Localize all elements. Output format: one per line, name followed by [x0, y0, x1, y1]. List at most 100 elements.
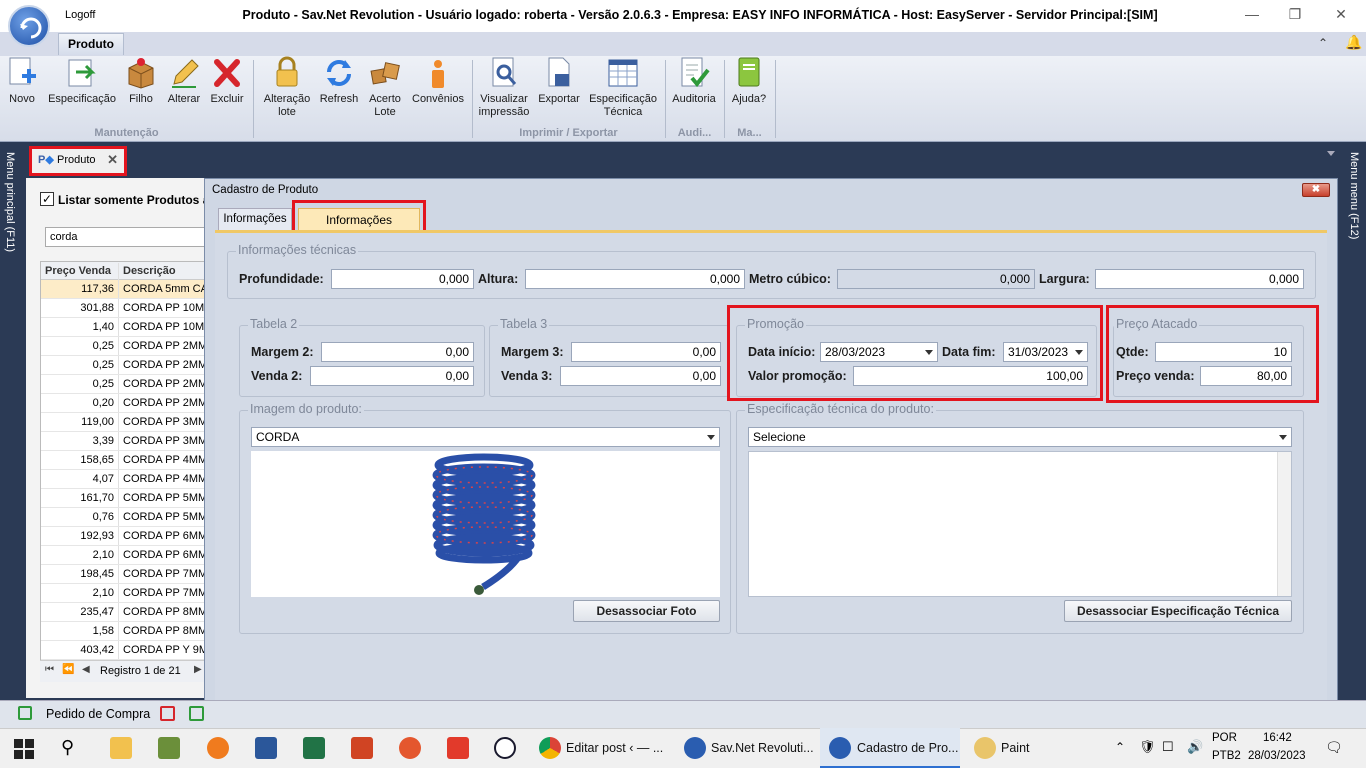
close-tab-icon[interactable]: ✕ — [107, 152, 118, 168]
audit-button[interactable]: Auditoria — [670, 56, 718, 106]
app-icon[interactable] — [399, 737, 421, 759]
batch-edit-button[interactable]: Alteração lote — [260, 56, 314, 119]
promo-value-field[interactable]: 100,00 — [853, 366, 1088, 386]
sale2-field[interactable]: 0,00 — [310, 366, 474, 386]
taskbar-app-cadastro[interactable]: Cadastro de Pro... — [857, 728, 958, 768]
specification-button[interactable]: Especificação — [47, 56, 117, 106]
table-row[interactable]: 1,40 CORDA PP 10MM — [41, 318, 204, 337]
dialog-close-icon[interactable]: ✖ — [1302, 183, 1330, 197]
tech-spec-textarea[interactable] — [748, 451, 1292, 597]
collapse-ribbon-icon[interactable]: ⌃ — [1318, 36, 1328, 50]
table-row[interactable]: 3,39 CORDA PP 3MM R — [41, 432, 204, 451]
table-row[interactable]: 0,25 CORDA PP 2MM C — [41, 356, 204, 375]
notepad-icon[interactable] — [158, 737, 180, 759]
file-explorer-icon[interactable] — [110, 737, 132, 759]
delete-button[interactable]: Excluir — [208, 56, 246, 106]
prev-block-icon[interactable]: ⏪ — [62, 664, 74, 675]
column-header-price[interactable]: Preço Venda — [41, 263, 119, 280]
column-header-description[interactable]: Descrição — [119, 262, 176, 280]
report-icon[interactable] — [160, 706, 175, 721]
anydesk-icon[interactable] — [447, 737, 469, 759]
print-preview-button[interactable]: Visualizar impressão — [476, 56, 532, 119]
width-field[interactable]: 0,000 — [1095, 269, 1304, 289]
child-button[interactable]: Filho — [125, 56, 157, 106]
table-row[interactable]: 4,07 CORDA PP 4MM R — [41, 470, 204, 489]
chevron-up-icon[interactable]: ⌃ — [1115, 740, 1125, 754]
purchase-order-item[interactable]: Pedido de Compra — [46, 707, 150, 721]
qty-field[interactable]: 10 — [1155, 342, 1292, 362]
margin2-field[interactable]: 0,00 — [321, 342, 474, 362]
chrome-icon[interactable] — [539, 737, 561, 759]
technical-spec-button[interactable]: Especificação Técnica — [588, 56, 658, 119]
firefox-icon[interactable] — [207, 737, 229, 759]
sale3-field[interactable]: 0,00 — [560, 366, 721, 386]
start-date-picker[interactable]: 28/03/2023 — [820, 342, 938, 362]
help-button[interactable]: Ajuda? — [728, 56, 770, 106]
table-row[interactable]: 0,20 CORDA PP 2MM R — [41, 394, 204, 413]
tech-spec-select[interactable]: Selecione — [748, 427, 1292, 447]
ribbon-tab-produto[interactable]: Produto — [58, 33, 124, 55]
list-only-checkbox[interactable]: ✓ — [40, 192, 54, 206]
batch-adjust-button[interactable]: Acerto Lote — [364, 56, 406, 119]
app-logo-icon[interactable] — [8, 5, 50, 47]
table-row[interactable]: 2,10 CORDA PP 6MM R — [41, 546, 204, 565]
savnet-icon[interactable] — [829, 737, 851, 759]
security-icon[interactable]: 🛡 — [1139, 739, 1156, 755]
end-date-picker[interactable]: 31/03/2023 — [1003, 342, 1088, 362]
table-row[interactable]: 0,76 CORDA PP 5MM R — [41, 508, 204, 527]
table-row[interactable]: 1,58 CORDA PP 8MM R — [41, 622, 204, 641]
table-row[interactable]: 161,70 CORDA PP 5MM C — [41, 489, 204, 508]
savnet-icon[interactable] — [684, 737, 706, 759]
clock-time[interactable]: 16:42 — [1263, 732, 1292, 744]
scrollbar[interactable] — [1277, 452, 1291, 596]
unlink-spec-button[interactable]: Desassociar Especificação Técnica — [1064, 600, 1292, 622]
table-row[interactable]: 0,25 CORDA PP 2MM C — [41, 337, 204, 356]
taskbar-app-savnet[interactable]: Sav.Net Revoluti... — [711, 728, 814, 768]
tab-informacoes[interactable]: Informações — [218, 208, 292, 230]
unlink-photo-button[interactable]: Desassociar Foto — [573, 600, 720, 622]
windows-start-icon[interactable] — [14, 739, 34, 759]
bell-icon[interactable]: 🔔 — [1345, 34, 1362, 51]
first-page-icon[interactable]: ⏮ — [45, 664, 54, 675]
volume-icon[interactable]: 🔊 — [1187, 739, 1203, 755]
minimize-icon[interactable]: — — [1242, 6, 1262, 24]
restore-icon[interactable]: ❐ — [1285, 6, 1305, 24]
export-button[interactable]: Exportar — [536, 56, 582, 106]
next-page-icon[interactable]: ▶ — [194, 664, 202, 675]
document-tab-produto[interactable]: P◆ Produto ✕ — [29, 146, 127, 176]
excel-icon[interactable] — [303, 737, 325, 759]
height-field[interactable]: 0,000 — [525, 269, 745, 289]
refresh-button[interactable]: Refresh — [318, 56, 360, 106]
table-row[interactable]: 119,00 CORDA PP 3MM C — [41, 413, 204, 432]
search-icon[interactable]: ⚲ — [61, 737, 74, 758]
edit-button[interactable]: Alterar — [165, 56, 203, 106]
clock-date[interactable]: 28/03/2023 — [1248, 750, 1306, 762]
taskbar-app-paint[interactable]: Paint — [1001, 728, 1030, 768]
paint-icon[interactable] — [974, 737, 996, 759]
prev-page-icon[interactable]: ◀ — [82, 664, 90, 675]
agreements-button[interactable]: Convênios — [410, 56, 466, 106]
left-side-menu[interactable]: Menu principal (F11) — [4, 152, 16, 252]
table-row[interactable]: 192,93 CORDA PP 6MM C — [41, 527, 204, 546]
spreadsheet-icon[interactable] — [189, 706, 204, 721]
table-row[interactable]: 2,10 CORDA PP 7MM R — [41, 584, 204, 603]
wholesale-price-field[interactable]: 80,00 — [1200, 366, 1292, 386]
new-button[interactable]: Novo — [4, 56, 40, 106]
table-row[interactable]: 403,42 CORDA PP Y 9MM — [41, 641, 204, 660]
table-row[interactable]: 198,45 CORDA PP 7MM C — [41, 565, 204, 584]
table-row[interactable]: 158,65 CORDA PP 4MM C — [41, 451, 204, 470]
table-row[interactable]: 117,36 CORDA 5mm CAR — [41, 280, 204, 299]
language-indicator[interactable]: POR — [1212, 732, 1237, 744]
logoff-button[interactable]: Logoff — [65, 9, 95, 21]
powerpoint-icon[interactable] — [351, 737, 373, 759]
taskbar-app-editar-post[interactable]: Editar post ‹ — ... — [566, 728, 663, 768]
notification-icon[interactable]: 🗨 — [1325, 739, 1343, 756]
table-row[interactable]: 301,88 CORDA PP 10MM — [41, 299, 204, 318]
margin3-field[interactable]: 0,00 — [571, 342, 721, 362]
product-image-select[interactable]: CORDA — [251, 427, 720, 447]
depth-field[interactable]: 0,000 — [331, 269, 474, 289]
keyboard-layout[interactable]: PTB2 — [1212, 750, 1241, 762]
tab-menu-chevron-down-icon[interactable] — [1327, 151, 1335, 156]
word-icon[interactable] — [255, 737, 277, 759]
network-icon[interactable]: ☐ — [1162, 739, 1174, 755]
